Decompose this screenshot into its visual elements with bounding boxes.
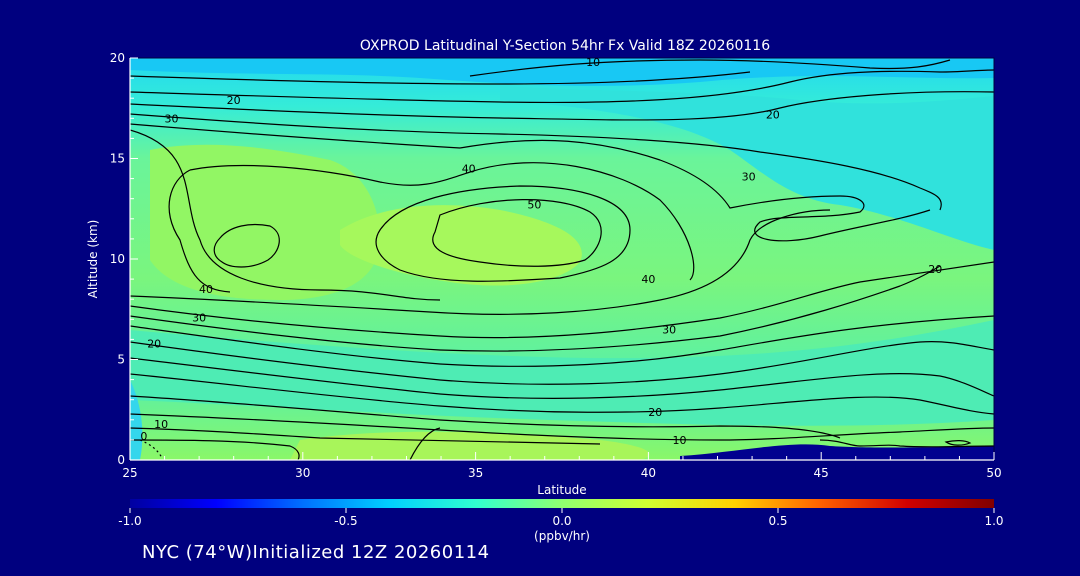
colorbar-tick-label: 1.0 [984,514,1003,528]
contour-label: 10 [673,434,687,447]
contour-label: 20 [147,337,161,350]
x-tick-label: 35 [468,466,483,480]
colorbar-tick-label: -0.5 [334,514,357,528]
contour-label: 0 [140,430,147,443]
x-tick-label: 45 [814,466,829,480]
colorbar-tick-label: -1.0 [118,514,141,528]
y-tick-label: 10 [110,252,125,266]
x-axis-label: Latitude [537,483,586,497]
contour-label: 40 [641,273,655,286]
y-tick-label: 20 [110,51,125,65]
chart-title: OXPROD Latitudinal Y-Section 54hr Fx Val… [360,38,770,54]
y-tick-label: 15 [110,152,125,166]
chart: OXPROD Latitudinal Y-Section 54hr Fx Val… [86,38,1004,543]
contour-label: 20 [928,263,942,276]
contour-label: 40 [462,163,476,176]
colorbar-ticks: -1.0 -0.5 0.0 0.5 1.0 [118,508,1004,528]
contour-label: 30 [742,171,756,184]
colorbar-unit: (ppbv/hr) [534,529,590,543]
contour-label: 20 [648,406,662,419]
field-high-left [150,144,380,300]
contour-label: 40 [199,283,213,296]
colorbar-tick-label: 0.0 [552,514,571,528]
contour-label: 50 [527,199,541,212]
x-tick-label: 25 [122,466,137,480]
x-tick-label: 50 [986,466,1001,480]
contour-label: 20 [227,94,241,107]
y-axis-label: Altitude (km) [86,220,100,299]
y-tick-label: 0 [117,453,125,467]
x-tick-label: 40 [641,466,656,480]
x-tick-label: 30 [295,466,310,480]
colorbar: -1.0 -0.5 0.0 0.5 1.0 (ppbv/hr) [118,499,1004,543]
contour-label: 20 [766,108,780,121]
plot-area [130,58,994,460]
y-tick-label: 5 [117,353,125,367]
contour-label: 30 [164,112,178,125]
contour-label: 30 [662,323,676,336]
footer-initialized-text: NYC (74°W)Initialized 12Z 20260114 [142,542,490,563]
colorbar-scale [130,499,994,508]
contour-label: 10 [154,418,168,431]
colorbar-tick-label: 0.5 [768,514,787,528]
contour-label: 30 [192,311,206,324]
